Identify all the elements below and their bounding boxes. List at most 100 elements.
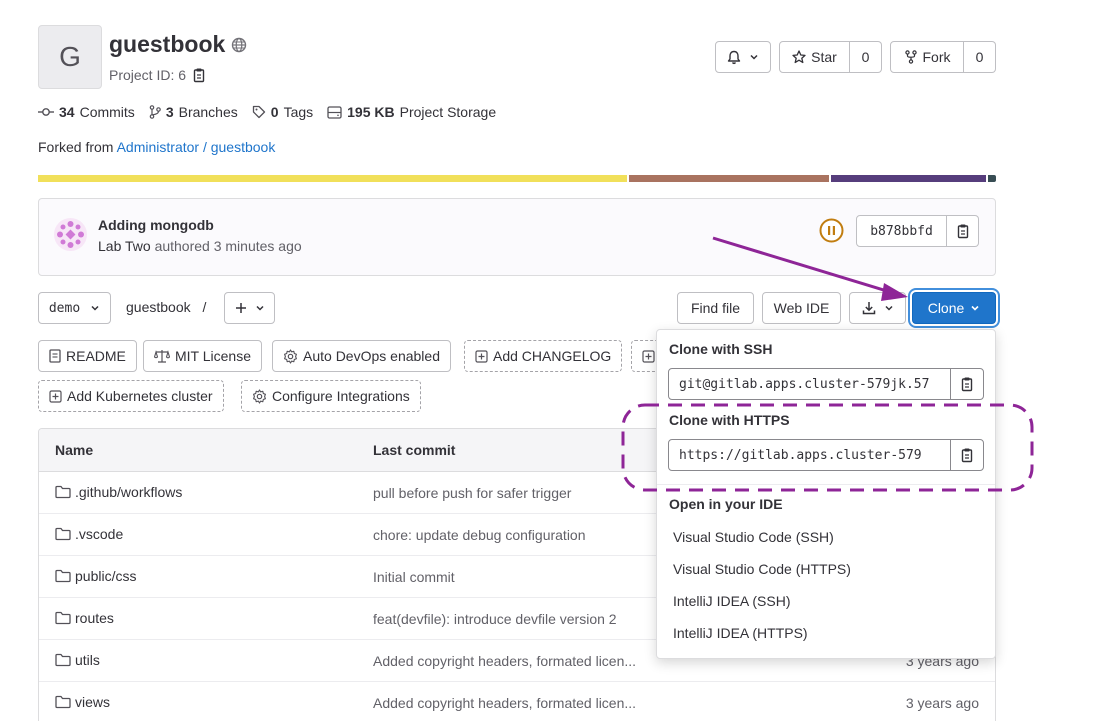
web-ide-label: Web IDE (773, 300, 830, 316)
file-name-cell[interactable]: utils (55, 652, 100, 668)
fork-source-link[interactable]: Administrator / guestbook (117, 139, 276, 155)
copy-project-id-icon[interactable] (192, 67, 206, 83)
language-bar (38, 175, 996, 182)
ssh-url-input[interactable]: git@gitlab.apps.cluster-579jk.57 (669, 369, 951, 399)
chevron-down-icon (90, 303, 100, 313)
license-label: MIT License (175, 348, 251, 364)
clone-https-label: Clone with HTTPS (669, 412, 790, 428)
add-to-tree-dropdown[interactable] (224, 292, 275, 324)
k8s-label: Add Kubernetes cluster (67, 388, 213, 404)
breadcrumb-project[interactable]: guestbook (126, 299, 191, 315)
find-file-button[interactable]: Find file (677, 292, 754, 324)
language-segment[interactable] (988, 175, 996, 182)
copy-icon (956, 223, 970, 239)
plus-icon (235, 302, 247, 314)
avatar-letter: G (59, 41, 81, 72)
project-stats: 34 Commits 3 Branches 0 Tags 195 KB Proj… (38, 104, 496, 120)
file-name-cell[interactable]: .vscode (55, 526, 123, 542)
gear-icon (283, 348, 298, 364)
commit-time: authored 3 minutes ago (154, 238, 302, 254)
file-name-cell[interactable]: routes (55, 610, 114, 626)
copy-icon (960, 376, 974, 392)
branch-selector[interactable]: demo (38, 292, 111, 324)
web-ide-button[interactable]: Web IDE (762, 292, 841, 324)
commits-label: Commits (79, 104, 135, 120)
language-segment[interactable] (38, 175, 627, 182)
changelog-label: Add CHANGELOG (493, 348, 612, 364)
branches-stat[interactable]: 3 Branches (149, 104, 238, 120)
license-link[interactable]: MIT License (143, 340, 262, 372)
add-kubernetes-cluster-link[interactable]: Add Kubernetes cluster (38, 380, 224, 412)
notification-dropdown[interactable] (715, 41, 771, 73)
project-id-label: Project ID: 6 (109, 67, 187, 83)
commit-sha[interactable]: b878bbfd (856, 215, 947, 247)
storage-size: 195 KB (347, 104, 395, 120)
file-last-commit[interactable]: Added copyright headers, formated licen.… (373, 653, 636, 669)
forked-from: Forked from Administrator / guestbook (38, 139, 275, 155)
file-name[interactable]: .github/workflows (75, 484, 182, 500)
file-name[interactable]: public/css (75, 568, 136, 584)
ide-item-intellij-ssh[interactable]: IntelliJ IDEA (SSH) (673, 593, 790, 609)
tag-icon (252, 105, 266, 119)
download-dropdown[interactable] (849, 292, 906, 324)
star-button[interactable]: Star (779, 41, 850, 73)
file-last-commit[interactable]: feat(devfile): introduce devfile version… (373, 611, 617, 627)
chevron-down-icon (255, 303, 265, 313)
ide-item-vscode-https[interactable]: Visual Studio Code (HTTPS) (673, 561, 851, 577)
configure-integrations-link[interactable]: Configure Integrations (241, 380, 421, 412)
dropdown-divider (657, 484, 995, 485)
copy-https-button[interactable] (951, 440, 983, 470)
fork-count[interactable]: 0 (964, 41, 996, 73)
gear-icon (252, 388, 267, 404)
column-header-last-commit: Last commit (373, 442, 456, 458)
author-avatar[interactable] (54, 218, 87, 251)
doc-icon (49, 349, 61, 363)
file-last-commit[interactable]: pull before push for safer trigger (373, 485, 571, 501)
commits-count: 34 (59, 104, 75, 120)
file-name[interactable]: routes (75, 610, 114, 626)
commit-title[interactable]: Adding mongodb (98, 217, 214, 233)
ide-item-intellij-https[interactable]: IntelliJ IDEA (HTTPS) (673, 625, 808, 641)
file-name[interactable]: .vscode (75, 526, 123, 542)
ide-item-vscode-ssh[interactable]: Visual Studio Code (SSH) (673, 529, 834, 545)
project-avatar: G (38, 25, 102, 89)
file-name-cell[interactable]: public/css (55, 568, 136, 584)
readme-link[interactable]: README (38, 340, 137, 372)
storage-stat[interactable]: 195 KB Project Storage (327, 104, 496, 120)
tags-stat[interactable]: 0 Tags (252, 104, 313, 120)
star-button-group: Star 0 (779, 41, 882, 73)
file-last-commit[interactable]: Added copyright headers, formated licen.… (373, 695, 636, 711)
autodevops-link[interactable]: Auto DevOps enabled (272, 340, 451, 372)
fork-button[interactable]: Fork (890, 41, 964, 73)
language-segment[interactable] (629, 175, 829, 182)
file-name-cell[interactable]: views (55, 694, 110, 710)
star-count[interactable]: 0 (850, 41, 882, 73)
file-name[interactable]: utils (75, 652, 100, 668)
pipeline-paused-icon[interactable] (819, 218, 844, 243)
commits-stat[interactable]: 34 Commits (38, 104, 135, 120)
open-in-ide-label: Open in your IDE (669, 496, 783, 512)
download-icon (862, 301, 876, 315)
chevron-down-icon (749, 52, 759, 62)
readme-label: README (66, 348, 126, 364)
file-last-commit[interactable]: Initial commit (373, 569, 455, 585)
folder-icon (55, 695, 71, 709)
star-label: Star (811, 49, 837, 65)
fork-count-value: 0 (975, 49, 984, 65)
file-name-cell[interactable]: .github/workflows (55, 484, 182, 500)
breadcrumb: guestbook / (126, 299, 206, 315)
project-title: guestbook (109, 31, 247, 58)
copy-ssh-button[interactable] (951, 369, 983, 399)
https-url-input[interactable]: https://gitlab.apps.cluster-579 (669, 440, 951, 470)
find-file-label: Find file (690, 300, 741, 316)
add-changelog-link[interactable]: Add CHANGELOG (464, 340, 623, 372)
plus-square-icon (475, 349, 488, 363)
commit-author[interactable]: Lab Two (98, 238, 151, 254)
file-last-commit[interactable]: chore: update debug configuration (373, 527, 586, 543)
fork-label: Fork (922, 49, 951, 65)
clone-button[interactable]: Clone (912, 292, 996, 324)
file-name[interactable]: views (75, 694, 110, 710)
language-segment[interactable] (831, 175, 986, 182)
copy-sha-button[interactable] (947, 215, 979, 247)
table-row[interactable]: views Added copyright headers, formated l… (39, 682, 995, 721)
